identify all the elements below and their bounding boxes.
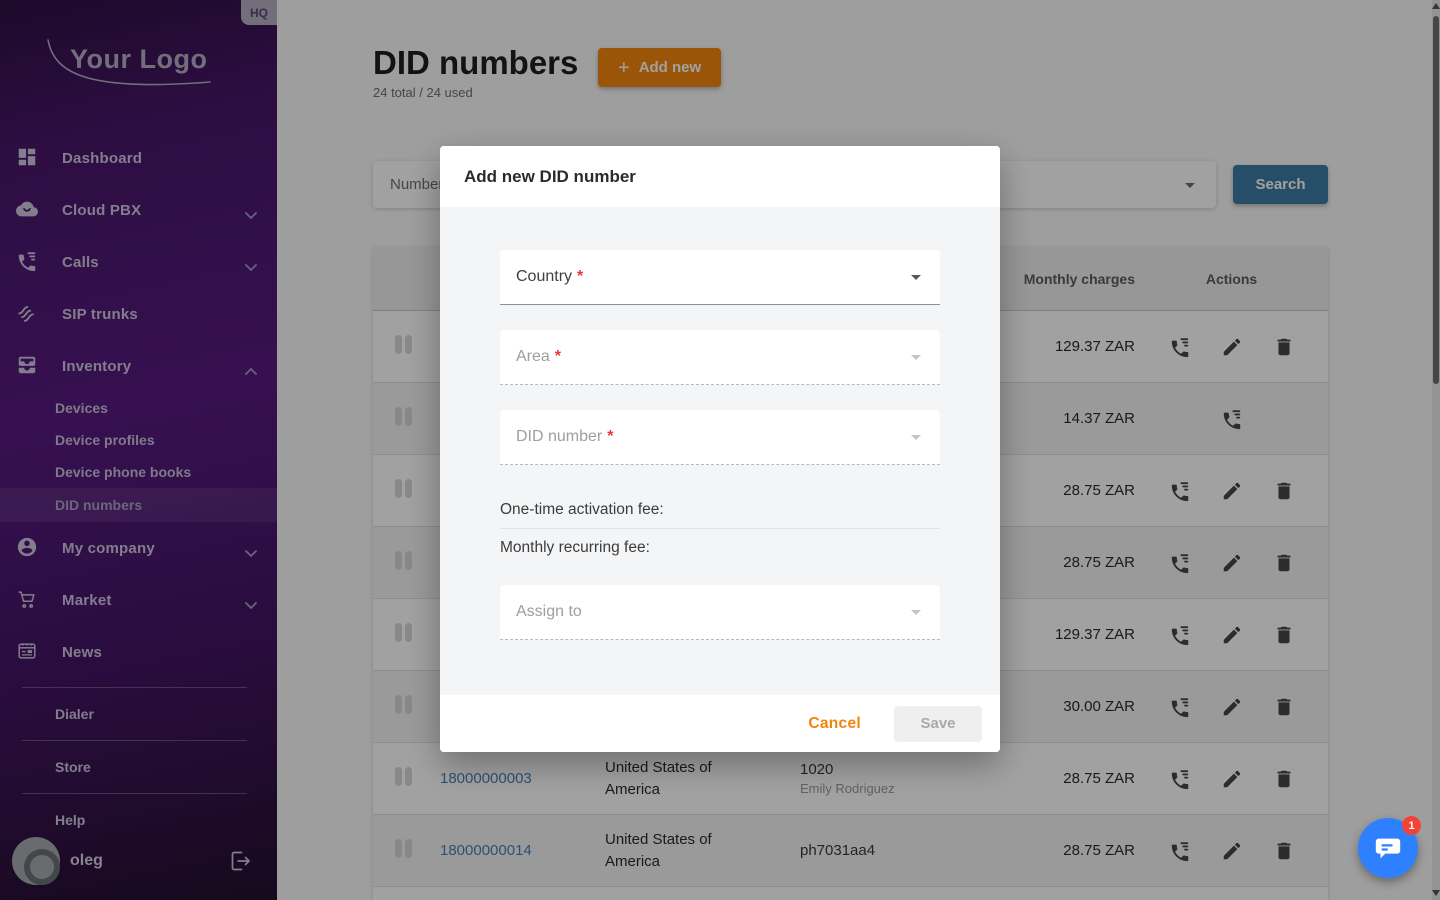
assign-to-select: Assign to bbox=[500, 585, 940, 640]
fee-block: One-time activation fee: Monthly recurri… bbox=[500, 491, 940, 566]
modal-header: Add new DID number bbox=[440, 146, 1000, 207]
add-did-modal: Add new DID number Country * Area * DID … bbox=[440, 146, 1000, 752]
field-label: Area bbox=[516, 348, 550, 366]
dropdown-arrow-icon bbox=[904, 345, 928, 369]
required-asterisk: * bbox=[607, 428, 613, 446]
recurring-fee-label: Monthly recurring fee: bbox=[500, 529, 940, 566]
country-select[interactable]: Country * bbox=[500, 250, 940, 305]
area-select: Area * bbox=[500, 330, 940, 385]
chat-widget-button[interactable]: 1 bbox=[1358, 818, 1418, 878]
modal-footer: Cancel Save bbox=[440, 695, 1000, 752]
field-label: Country bbox=[516, 268, 572, 286]
dropdown-arrow-icon bbox=[904, 265, 928, 289]
cancel-button[interactable]: Cancel bbox=[808, 715, 861, 733]
modal-fields: Country * Area * DID number * bbox=[500, 250, 940, 490]
modal-title: Add new DID number bbox=[464, 167, 636, 187]
field-label: DID number bbox=[516, 428, 602, 446]
field-label: Assign to bbox=[516, 603, 582, 621]
assign-field-wrap: Assign to bbox=[500, 585, 940, 640]
activation-fee-label: One-time activation fee: bbox=[500, 491, 940, 528]
dropdown-arrow-icon bbox=[904, 600, 928, 624]
chat-unread-badge: 1 bbox=[1402, 816, 1421, 835]
required-asterisk: * bbox=[577, 268, 583, 286]
app-root: HQ Your Logo Dashboard Cloud PBX Calls S… bbox=[0, 0, 1440, 900]
chat-bubble-icon bbox=[1373, 833, 1403, 863]
required-asterisk: * bbox=[555, 348, 561, 366]
save-button: Save bbox=[894, 706, 982, 742]
did-number-select: DID number * bbox=[500, 410, 940, 465]
dropdown-arrow-icon bbox=[904, 425, 928, 449]
